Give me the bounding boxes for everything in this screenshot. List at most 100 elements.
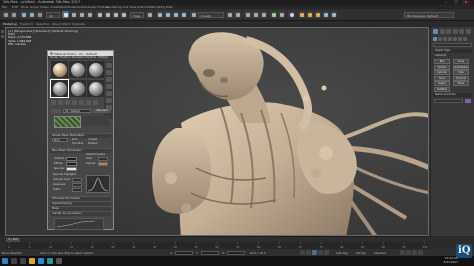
- mirror-icon[interactable]: [226, 11, 233, 18]
- motion-tab-icon[interactable]: [452, 29, 458, 34]
- a360-gallery-icon[interactable]: [330, 11, 337, 18]
- get-material-icon[interactable]: [51, 100, 56, 105]
- y-coord-field[interactable]: [201, 250, 219, 255]
- object-name-field[interactable]: [434, 99, 463, 103]
- pick-from-object-icon[interactable]: [51, 109, 61, 113]
- ribbon-tab-selection[interactable]: Selection: [36, 22, 50, 26]
- edit-named-selection-icon[interactable]: [190, 11, 197, 18]
- auto-key-button[interactable]: Auto Key: [336, 251, 348, 255]
- video-color-check-icon[interactable]: [105, 91, 112, 96]
- reference-coordinate-dropdown[interactable]: View: [130, 11, 144, 18]
- background-icon[interactable]: [105, 77, 112, 82]
- put-to-library-icon[interactable]: [86, 100, 91, 105]
- next-frame-icon[interactable]: [318, 250, 323, 255]
- rotate-icon[interactable]: [104, 11, 111, 18]
- sample-slot[interactable]: [69, 61, 86, 78]
- place-icon[interactable]: [120, 11, 127, 18]
- reset-material-icon[interactable]: [72, 100, 77, 105]
- helpers-icon[interactable]: [453, 37, 457, 41]
- go-to-end-icon[interactable]: [324, 250, 329, 255]
- sample-slot-active[interactable]: [50, 79, 69, 98]
- scene-explorer-toggle-icon[interactable]: [1, 35, 4, 38]
- primitive-button-plane[interactable]: Plane: [453, 81, 469, 86]
- unlink-icon[interactable]: [28, 11, 35, 18]
- maximize-viewport-icon[interactable]: [418, 250, 423, 255]
- z-coord-field[interactable]: [227, 250, 245, 255]
- hierarchy-tab-icon[interactable]: [446, 29, 451, 34]
- orbit-icon[interactable]: [412, 250, 417, 255]
- move-icon[interactable]: [96, 11, 103, 18]
- primitive-button-box[interactable]: Box: [434, 59, 450, 64]
- material-type-button[interactable]: Standard: [93, 109, 111, 113]
- ribbon-tab-modeling[interactable]: Modeling: [3, 22, 17, 26]
- pivot-center-icon[interactable]: [146, 11, 153, 18]
- select-by-name-icon[interactable]: [70, 11, 77, 18]
- app-taskbar-icon[interactable]: [56, 258, 62, 264]
- geometry-icon[interactable]: [433, 37, 437, 41]
- viewport-layouts-icon[interactable]: [1, 30, 4, 33]
- layer-explorer-icon[interactable]: [252, 11, 259, 18]
- autogrid-checkbox[interactable]: AutoGrid: [435, 54, 446, 57]
- sample-slot[interactable]: [69, 80, 86, 97]
- key-filter-dropdown[interactable]: Selected: [374, 251, 386, 255]
- file-explorer-icon[interactable]: [29, 258, 35, 264]
- primitive-button-sphere[interactable]: Sphere: [434, 64, 450, 70]
- space-warps-icon[interactable]: [458, 37, 462, 41]
- redo-icon[interactable]: [10, 11, 17, 18]
- face-map-checkbox[interactable]: Face Map: [72, 142, 83, 145]
- rect-selection-icon[interactable]: [78, 11, 85, 18]
- self-illum-color-checkbox[interactable]: Color: [86, 157, 92, 160]
- wire-checkbox[interactable]: Wire: [72, 138, 77, 141]
- material-name-field[interactable]: 02 - Default: [63, 109, 91, 113]
- modify-tab-icon[interactable]: [439, 29, 445, 34]
- primitive-button-pyramid[interactable]: Pyramid: [453, 75, 469, 81]
- diffuse-color-swatch[interactable]: [66, 162, 77, 166]
- ribbon-toggle-icon[interactable]: [260, 11, 267, 18]
- scene-explorer-icon[interactable]: [244, 11, 251, 18]
- primitive-button-geosphere[interactable]: GeoSphere: [453, 64, 469, 70]
- previous-frame-icon[interactable]: [306, 250, 311, 255]
- systems-icon[interactable]: [463, 37, 467, 41]
- show-map-icon[interactable]: [93, 100, 98, 105]
- create-tab-icon[interactable]: [433, 29, 438, 34]
- shader-type-dropdown[interactable]: Blinn: [52, 138, 68, 142]
- window-crossing-icon[interactable]: [86, 11, 93, 18]
- opacity-field[interactable]: [98, 162, 108, 166]
- sample-type-icon[interactable]: [105, 63, 112, 68]
- ribbon-tab-object-paint[interactable]: Object Paint: [52, 22, 70, 26]
- play-icon[interactable]: [312, 250, 317, 255]
- undo-icon[interactable]: [2, 11, 9, 18]
- browser-icon[interactable]: [38, 258, 44, 264]
- rollout-name-color[interactable]: Name and Color: [433, 93, 472, 97]
- set-key-button[interactable]: Set Key: [356, 251, 366, 255]
- primitive-button-teapot[interactable]: Teapot: [434, 81, 450, 86]
- backlight-icon[interactable]: [105, 70, 112, 75]
- align-icon[interactable]: [234, 11, 241, 18]
- cameras-icon[interactable]: [448, 37, 452, 41]
- render-setup-icon[interactable]: [298, 11, 305, 18]
- primitive-button-cylinder[interactable]: Cylinder: [434, 70, 450, 75]
- 3ds-max-taskbar-icon[interactable]: [47, 258, 53, 264]
- named-selection-set-dropdown[interactable]: Create Selection Set: [198, 11, 224, 24]
- put-material-icon[interactable]: [58, 100, 63, 105]
- start-icon[interactable]: [2, 258, 8, 264]
- soften-field[interactable]: [72, 188, 82, 192]
- rollout-mental-ray[interactable]: mental ray Connection: [50, 211, 111, 216]
- sample-slot[interactable]: [51, 61, 68, 78]
- two-sided-checkbox[interactable]: 2-Sided: [88, 138, 97, 141]
- render-production-icon[interactable]: [314, 11, 321, 18]
- material-menu-navigation[interactable]: Navigation: [72, 56, 86, 59]
- material-editor-icon[interactable]: [288, 11, 295, 18]
- lights-icon[interactable]: [443, 37, 447, 41]
- selection-filter-dropdown[interactable]: All: [46, 11, 60, 18]
- search-icon[interactable]: [11, 258, 17, 264]
- primitive-type-dropdown[interactable]: [433, 43, 472, 47]
- percent-snap-icon[interactable]: [172, 11, 179, 18]
- rendered-frame-window-icon[interactable]: [306, 11, 313, 18]
- specular-level-field[interactable]: [72, 178, 82, 182]
- primitive-button-tube[interactable]: Tube: [453, 70, 469, 75]
- primitive-button-torus[interactable]: Torus: [434, 75, 450, 81]
- primitive-button-cone[interactable]: Cone: [453, 59, 469, 64]
- primitive-button-textplus[interactable]: TextPlus: [434, 86, 450, 92]
- pan-icon[interactable]: [406, 250, 411, 255]
